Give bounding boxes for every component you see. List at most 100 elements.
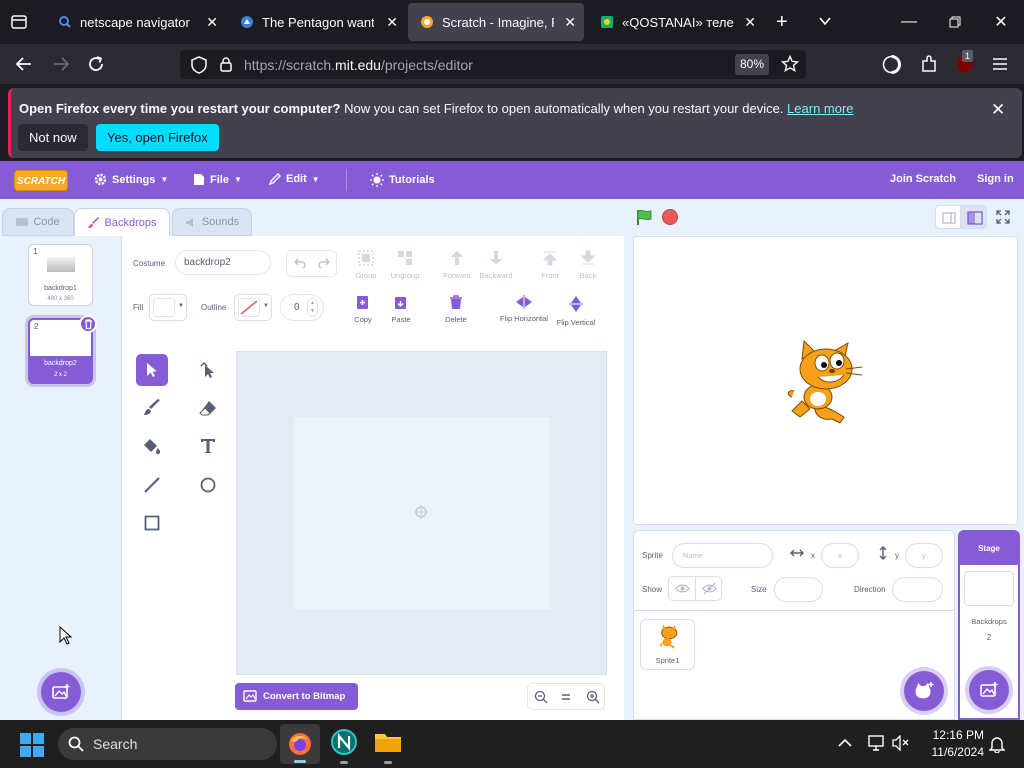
fill-color-picker[interactable]: ▼	[149, 294, 187, 321]
chevron-down-icon[interactable]	[818, 14, 832, 28]
close-tab-icon[interactable]: ✕	[206, 14, 218, 31]
ungroup-button[interactable]: Ungroup	[387, 250, 423, 280]
yes-open-firefox-button[interactable]: Yes, open Firefox	[96, 124, 219, 151]
redo-icon[interactable]	[318, 258, 330, 268]
text-tool[interactable]	[192, 430, 224, 462]
brush-tool[interactable]	[136, 392, 168, 424]
windows-start-icon[interactable]	[20, 733, 44, 757]
url-bar[interactable]: https://scratch.mit.edu/projects/editor …	[180, 50, 806, 79]
speaker-muted-icon[interactable]	[892, 735, 910, 751]
tab-backdrops[interactable]: Backdrops	[74, 208, 170, 236]
taskbar-file-explorer[interactable]	[374, 730, 402, 764]
close-tab-icon[interactable]: ✕	[744, 14, 756, 31]
hide-sprite-button[interactable]	[696, 577, 723, 600]
zoom-level[interactable]: 80%	[735, 54, 769, 75]
direction-input[interactable]	[892, 577, 943, 602]
file-menu[interactable]: File ▼	[193, 173, 242, 186]
lock-icon[interactable]	[220, 57, 232, 72]
paint-canvas-area[interactable]	[236, 351, 607, 675]
paste-button[interactable]: Paste	[383, 295, 419, 324]
outline-color-picker[interactable]: ▼	[234, 294, 272, 321]
group-button[interactable]: Group	[348, 250, 384, 280]
y-input[interactable]: y	[905, 543, 943, 568]
sprite-tile[interactable]: Sprite1	[640, 619, 695, 670]
flip-vertical-button[interactable]: Flip Vertical	[554, 295, 598, 327]
back-icon[interactable]	[15, 56, 33, 72]
firefox-view-icon[interactable]	[10, 13, 28, 31]
copy-button[interactable]: Copy	[345, 295, 381, 324]
outline-width-input[interactable]: 0 ▲ ▼	[280, 294, 324, 321]
tab-netscape[interactable]: netscape navigator 9.0 ✕	[46, 3, 226, 41]
choose-backdrop-button[interactable]	[41, 672, 81, 712]
close-tab-icon[interactable]: ✕	[564, 14, 576, 31]
small-stage-button[interactable]	[935, 205, 961, 229]
line-tool[interactable]	[136, 469, 168, 501]
normal-stage-button[interactable]	[961, 205, 987, 229]
taskbar-app-n[interactable]	[330, 728, 358, 764]
new-tab-icon[interactable]: +	[776, 12, 788, 32]
learn-more-link[interactable]: Learn more	[787, 101, 853, 116]
chevron-up-icon[interactable]	[838, 738, 852, 748]
zoom-in-icon[interactable]	[586, 690, 600, 704]
extensions-icon[interactable]	[920, 55, 938, 73]
close-icon[interactable]: ✕	[991, 100, 1005, 120]
undo-icon[interactable]	[294, 258, 306, 268]
zoom-out-icon[interactable]	[534, 690, 548, 704]
select-tool[interactable]	[136, 354, 168, 386]
sprite-name-input[interactable]: Name	[672, 543, 773, 568]
green-flag-icon[interactable]	[635, 208, 653, 226]
shield-icon[interactable]	[191, 56, 207, 74]
tutorials-menu[interactable]: Tutorials	[370, 173, 435, 187]
edit-menu[interactable]: Edit ▼	[269, 173, 320, 185]
account-icon[interactable]	[882, 55, 901, 74]
paint-canvas[interactable]	[294, 417, 550, 609]
flip-horizontal-button[interactable]: Flip Horizontal	[496, 295, 552, 323]
back-button[interactable]: Back	[570, 250, 606, 280]
join-scratch-link[interactable]: Join Scratch	[890, 173, 956, 185]
costume-name-input[interactable]: backdrop2	[175, 250, 271, 275]
zoom-reset-icon[interactable]	[560, 691, 572, 703]
network-icon[interactable]	[868, 735, 886, 751]
reload-icon[interactable]	[87, 55, 105, 73]
tab-scratch[interactable]: Scratch - Imagine, Prog ✕	[408, 3, 584, 41]
close-window-icon[interactable]: ✕	[978, 0, 1024, 44]
url-text[interactable]: https://scratch.mit.edu/projects/editor	[244, 57, 473, 73]
stage[interactable]	[633, 236, 1018, 525]
choose-sprite-button[interactable]	[904, 671, 944, 711]
hamburger-menu-icon[interactable]	[992, 57, 1008, 71]
close-tab-icon[interactable]: ✕	[386, 14, 398, 31]
backward-button[interactable]: Backward	[478, 250, 514, 280]
tab-qostanai[interactable]: «QOSTANAI» телеарна ✕	[588, 3, 764, 41]
tab-sounds[interactable]: Sounds	[172, 208, 252, 236]
reshape-tool[interactable]	[192, 354, 224, 386]
eraser-tool[interactable]	[192, 392, 224, 424]
ublock-icon[interactable]: 1	[956, 50, 974, 74]
taskbar-clock[interactable]: 12:16 PM 11/6/2024	[922, 728, 985, 759]
stop-icon[interactable]	[662, 209, 678, 225]
fill-tool[interactable]	[136, 430, 168, 462]
stage-target-panel[interactable]: Stage Backdrops 2	[958, 530, 1020, 720]
x-input[interactable]: x	[821, 543, 859, 568]
fullscreen-icon[interactable]	[996, 210, 1010, 224]
taskbar-firefox[interactable]	[280, 724, 320, 764]
star-icon[interactable]	[781, 55, 799, 73]
scratch-cat-sprite[interactable]	[784, 339, 866, 427]
tab-pentagon[interactable]: The Pentagon wants AI ✕	[228, 3, 406, 41]
taskbar-search[interactable]: Search	[58, 728, 277, 760]
front-button[interactable]: Front	[532, 250, 568, 280]
show-sprite-button[interactable]	[669, 577, 696, 600]
settings-menu[interactable]: Settings ▼	[94, 173, 168, 186]
size-input[interactable]	[774, 577, 823, 602]
choose-stage-backdrop-button[interactable]	[969, 670, 1009, 710]
not-now-button[interactable]: Not now	[18, 124, 88, 151]
forward-button[interactable]: Forward	[439, 250, 475, 280]
scratch-logo[interactable]: SCRATCH	[14, 170, 68, 191]
backdrop-item-selected[interactable]: 2 backdrop2 2 x 2	[28, 315, 97, 384]
stepper-arrows[interactable]: ▲ ▼	[307, 298, 318, 317]
delete-backdrop-icon[interactable]	[79, 315, 97, 333]
delete-button[interactable]: Delete	[438, 295, 474, 324]
rectangle-tool[interactable]	[136, 507, 168, 539]
minimize-icon[interactable]: —	[886, 0, 932, 44]
convert-to-bitmap-button[interactable]: Convert to Bitmap	[235, 683, 358, 710]
notification-bell-icon[interactable]	[989, 735, 1005, 753]
